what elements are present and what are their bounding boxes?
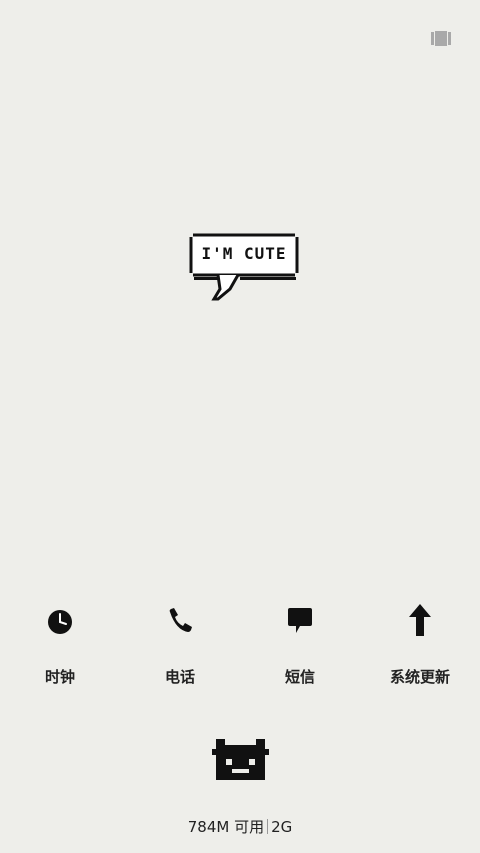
status-divider	[267, 819, 269, 834]
app-system-update[interactable]: 系统更新	[360, 598, 480, 693]
multitask-icon[interactable]	[431, 31, 451, 46]
app-label-phone: 电话	[164, 668, 195, 686]
memory-available-text: 784M 可用	[187, 818, 265, 836]
app-label-clock: 时钟	[44, 668, 75, 686]
app-label-system-update: 系统更新	[389, 668, 450, 686]
update-arrow-icon	[404, 602, 436, 636]
network-type-text: 2G	[271, 818, 293, 836]
phone-icon	[164, 602, 196, 636]
speech-bubble-widget: I'M CUTE	[188, 233, 300, 303]
bubble-text: I'M CUTE	[201, 244, 287, 263]
app-dock: 时钟 电话 短信 系统更新	[0, 598, 480, 693]
app-messages[interactable]: 短信	[240, 598, 360, 693]
app-phone[interactable]: 电话	[120, 598, 240, 693]
memory-clean-robot-icon[interactable]	[212, 739, 269, 780]
memory-status: 784M 可用 2G	[0, 816, 480, 837]
app-label-messages: 短信	[284, 668, 315, 686]
message-icon	[284, 602, 316, 636]
app-clock[interactable]: 时钟	[0, 598, 120, 693]
clock-icon	[44, 602, 76, 636]
